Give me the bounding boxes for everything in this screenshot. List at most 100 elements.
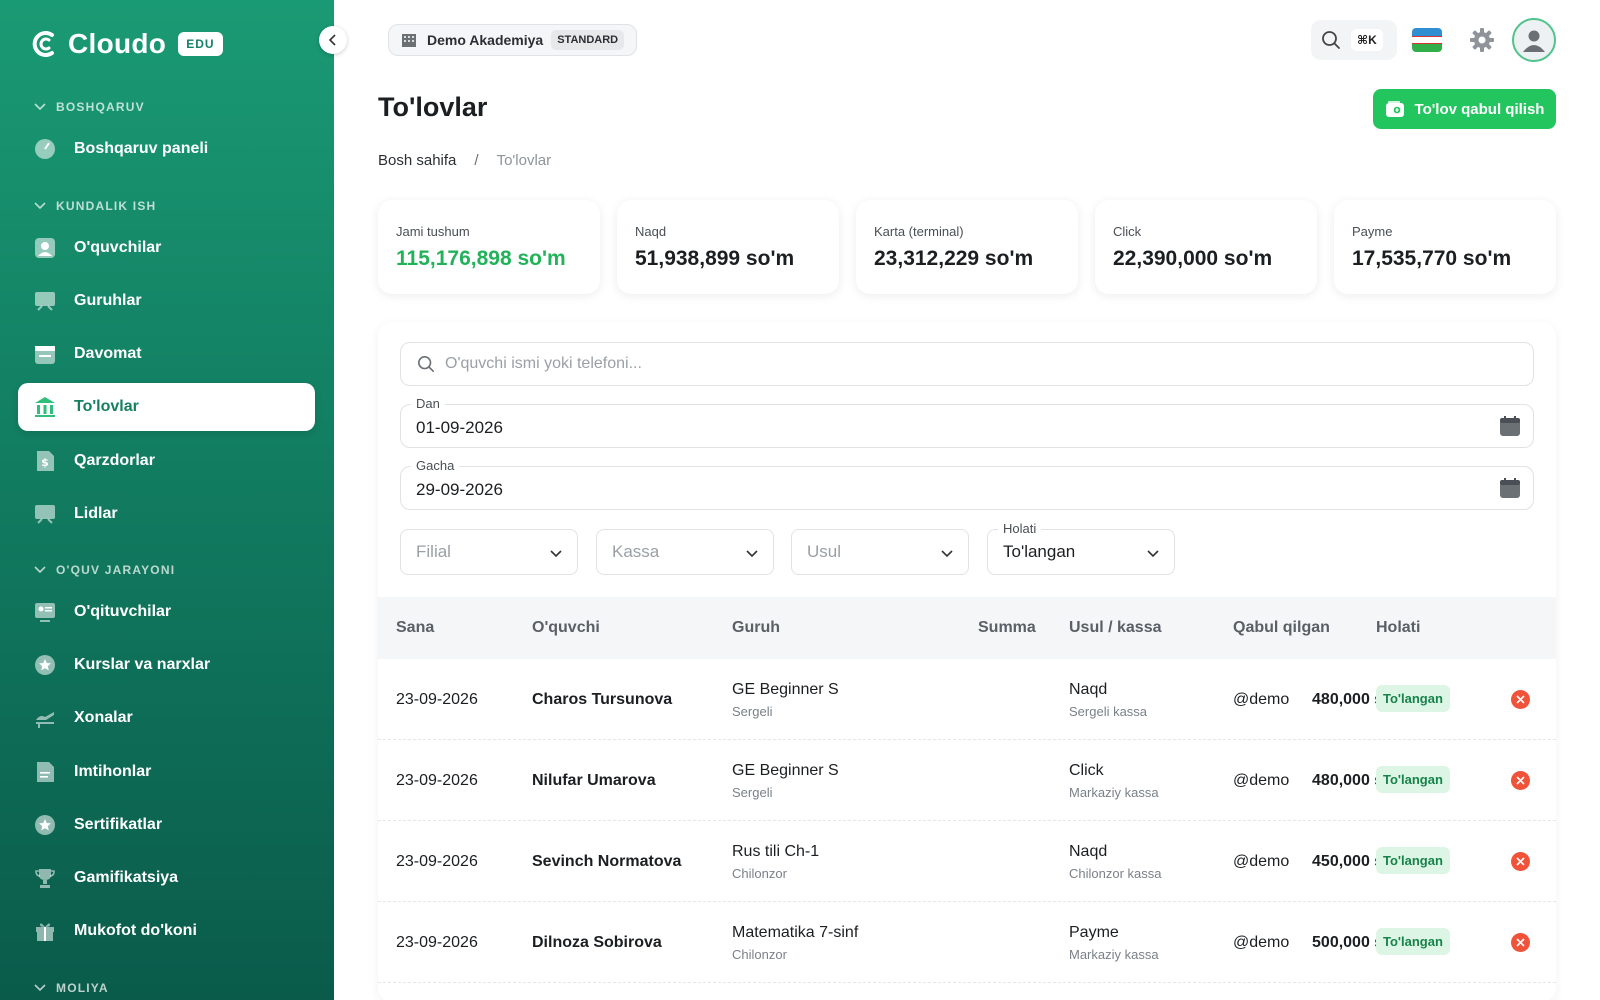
organization-switcher[interactable]: Demo Akademiya STANDARD [388, 24, 638, 56]
payment-method: Naqd [1069, 681, 1108, 698]
chevron-down-icon [34, 984, 46, 992]
calendar-icon[interactable] [1499, 415, 1521, 437]
column-header-student[interactable]: O'quvchi [532, 619, 600, 637]
certificate-icon [34, 814, 56, 836]
sidebar-collapse-button[interactable] [319, 26, 347, 54]
section-label: O'QUV JARAYONI [56, 563, 176, 577]
table-row[interactable]: 23-09-2026 Charos Tursunova GE Beginner … [378, 659, 1556, 740]
calendar-icon [34, 343, 56, 365]
accept-payment-button[interactable]: To'lov qabul qilish [1373, 89, 1556, 129]
date-from-value: 01-09-2026 [416, 418, 503, 437]
sidebar-item-dashboard[interactable]: Boshqaruv paneli [18, 125, 315, 173]
column-header-date[interactable]: Sana [396, 619, 434, 637]
status-select-label: Holati [998, 521, 1042, 536]
payment-date: 23-09-2026 [396, 853, 478, 870]
sidebar-item-label: Qarzdorlar [74, 452, 155, 469]
date-from-field[interactable]: Dan 01-09-2026 [400, 396, 1534, 448]
branch-name: Sergeli [732, 704, 773, 719]
table-row[interactable]: 23-09-2026 Nilufar Umarova GE Beginner S… [378, 740, 1556, 821]
teacher-icon [34, 601, 56, 623]
sidebar-item-courses[interactable]: Kurslar va narxlar [18, 641, 315, 689]
sidebar-item-rooms[interactable]: Xonalar [18, 694, 315, 742]
cancel-payment-button[interactable] [1511, 933, 1530, 952]
sidebar-item-teachers[interactable]: O'qituvchilar [18, 588, 315, 636]
section-oquv-jarayoni[interactable]: O'QUV JARAYONI [34, 563, 175, 577]
cashbox-name: Chilonzor kassa [1069, 866, 1162, 881]
sidebar-item-leads[interactable]: Lidlar [18, 490, 315, 538]
breadcrumb-home-link[interactable]: Bosh sahifa [378, 152, 456, 169]
stat-label: Naqd [635, 224, 667, 239]
sidebar-item-label: Gamifikatsiya [74, 869, 179, 886]
cancel-payment-button[interactable] [1511, 771, 1530, 790]
sidebar-item-students[interactable]: O'quvchilar [18, 224, 315, 272]
gift-icon [34, 920, 56, 942]
search-icon [1322, 31, 1340, 49]
leads-icon [34, 503, 56, 525]
student-name[interactable]: Sevinch Normatova [532, 853, 681, 871]
bank-icon [34, 396, 56, 418]
received-by: @demo [1233, 772, 1290, 789]
stat-card-total: Jami tushum 115,176,898 so'm [378, 200, 600, 294]
stat-card-click: Click 22,390,000 so'm [1095, 200, 1317, 294]
brand-logo[interactable]: Cloudo EDU [30, 26, 223, 62]
section-label: MOLIYA [56, 981, 109, 995]
cancel-payment-button[interactable] [1511, 852, 1530, 871]
group-name: GE Beginner S [732, 681, 839, 698]
organization-name: Demo Akademiya [427, 32, 544, 48]
sidebar-item-reward-shop[interactable]: Mukofot do'koni [18, 907, 315, 955]
language-flag-icon[interactable] [1412, 28, 1442, 52]
close-icon [1516, 776, 1525, 785]
sidebar-item-attendance[interactable]: Davomat [18, 330, 315, 378]
method-select[interactable]: Usul [791, 529, 969, 575]
column-header-amount[interactable]: Summa [978, 619, 1036, 637]
calendar-icon[interactable] [1499, 477, 1521, 499]
payment-method: Click [1069, 762, 1104, 779]
section-label: KUNDALIK ISH [56, 199, 157, 213]
global-search-button[interactable]: ⌘K [1311, 20, 1397, 60]
sidebar-item-payments[interactable]: To'lovlar [18, 383, 315, 431]
column-header-status[interactable]: Holati [1376, 619, 1420, 637]
column-header-method[interactable]: Usul / kassa [1069, 619, 1162, 637]
column-header-received-by[interactable]: Qabul qilgan [1233, 619, 1330, 637]
table-row[interactable]: 23-09-2026 Sevinch Normatova Rus tili Ch… [378, 821, 1556, 902]
trophy-icon [34, 867, 56, 889]
sidebar-item-label: Lidlar [74, 505, 118, 522]
stat-label: Click [1113, 224, 1142, 239]
sidebar-item-gamification[interactable]: Gamifikatsiya [18, 854, 315, 902]
student-name[interactable]: Nilufar Umarova [532, 772, 656, 790]
cashbox-select[interactable]: Kassa [596, 529, 774, 575]
status-select[interactable]: Holati To'langan [987, 521, 1175, 575]
keyboard-shortcut: ⌘K [1351, 29, 1383, 51]
user-avatar[interactable] [1512, 18, 1556, 62]
sidebar-item-label: Mukofot do'koni [74, 922, 197, 939]
student-search-field[interactable] [400, 342, 1534, 386]
section-kundalik-ish[interactable]: KUNDALIK ISH [34, 199, 156, 213]
student-icon [34, 237, 56, 259]
close-icon [1516, 938, 1525, 947]
column-header-group[interactable]: Guruh [732, 619, 780, 637]
section-moliya[interactable]: MOLIYA [34, 981, 109, 995]
date-to-field[interactable]: Gacha 29-09-2026 [400, 458, 1534, 510]
sidebar-item-certificates[interactable]: Sertifikatlar [18, 801, 315, 849]
stat-label: Jami tushum [396, 224, 470, 239]
student-name[interactable]: Charos Tursunova [532, 691, 672, 709]
cancel-payment-button[interactable] [1511, 690, 1530, 709]
student-name[interactable]: Dilnoza Sobirova [532, 934, 662, 952]
method-select-value: Usul [807, 542, 842, 561]
payment-date: 23-09-2026 [396, 934, 478, 951]
user-icon [1523, 30, 1545, 52]
section-boshqaruv[interactable]: BOSHQARUV [34, 100, 145, 114]
sidebar-item-exams[interactable]: Imtihonlar [18, 748, 315, 796]
gear-icon[interactable] [1469, 27, 1495, 53]
chevron-down-icon [1147, 550, 1159, 558]
star-icon [34, 654, 56, 676]
status-select-value: To'langan [1003, 542, 1076, 561]
table-row[interactable]: 23-09-2026 Dilnoza Sobirova Matematika 7… [378, 902, 1556, 983]
stat-label: Karta (terminal) [874, 224, 964, 239]
stat-value: 23,312,229 so'm [874, 247, 1034, 270]
plan-badge: STANDARD [551, 30, 625, 50]
student-search-input[interactable] [445, 355, 1345, 373]
sidebar-item-debtors[interactable]: $ Qarzdorlar [18, 437, 315, 485]
sidebar-item-groups[interactable]: Guruhlar [18, 277, 315, 325]
branch-select[interactable]: Filial [400, 529, 578, 575]
